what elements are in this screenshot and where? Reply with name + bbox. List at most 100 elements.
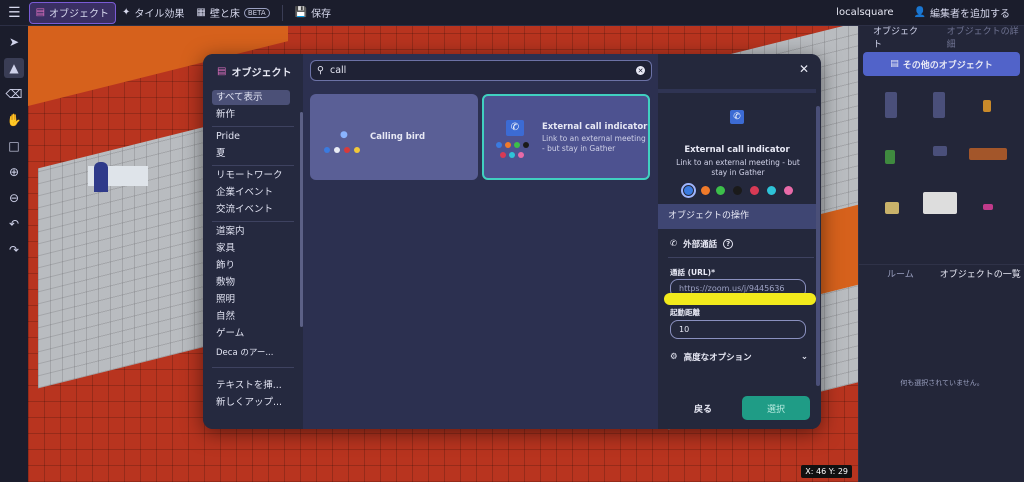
stamp-icon[interactable]: ▲ — [4, 58, 24, 78]
divider — [212, 367, 294, 368]
chevron-down-icon: ⌄ — [800, 352, 808, 362]
color-option[interactable] — [733, 186, 742, 195]
undo-icon[interactable]: ↶ — [4, 214, 24, 234]
object-card-calling-bird[interactable]: ● Calling bird — [310, 94, 478, 180]
map-portal — [94, 162, 108, 192]
zoom-in-icon[interactable]: ⊕ — [4, 162, 24, 182]
objects-icon: ▤ — [890, 59, 899, 69]
category-sidebar: ▤ オブジェクト すべて表示 新作 Pride 夏 リモートワーク 企業イベント… — [203, 54, 303, 429]
category-item[interactable]: リモートワーク — [212, 168, 290, 183]
search-value[interactable]: call — [330, 65, 346, 76]
distance-input[interactable]: 10 — [670, 320, 806, 339]
eraser-icon[interactable]: ⌫ — [4, 84, 24, 104]
objects-tab-button[interactable]: ▤ オブジェクト — [28, 1, 117, 24]
object-thumb[interactable] — [885, 92, 897, 118]
color-option[interactable] — [767, 186, 776, 195]
category-item[interactable]: 交流イベント — [212, 202, 290, 217]
tab-object-list[interactable]: オブジェクトの一覧 — [940, 267, 1021, 280]
divider — [212, 165, 294, 166]
insert-text-item[interactable]: テキストを挿... — [212, 378, 290, 393]
menu-icon[interactable]: ☰ — [0, 2, 29, 24]
operations-header: オブジェクトの操作 — [658, 204, 816, 229]
object-results: ⚲ call ✕ ● Calling bird ✆ External call … — [303, 54, 658, 429]
tile-effects-button[interactable]: ✦ タイル効果 — [116, 2, 190, 24]
space-name: localsquare — [836, 7, 894, 18]
save-label: 保存 — [311, 9, 332, 20]
category-item[interactable]: Deca のアー... — [212, 346, 290, 361]
detail-footer: 戻る 選択 — [658, 390, 821, 429]
category-item[interactable]: 道案内 — [212, 224, 290, 239]
select-box-icon[interactable]: □ — [4, 136, 24, 156]
object-thumb[interactable] — [933, 146, 947, 156]
object-thumb[interactable] — [923, 192, 957, 214]
save-icon: 💾 — [294, 7, 308, 18]
category-item[interactable]: 夏 — [212, 146, 290, 161]
category-item[interactable]: 新作 — [212, 107, 290, 122]
color-option[interactable] — [750, 186, 759, 195]
category-item[interactable]: 敷物 — [212, 275, 290, 290]
redo-icon[interactable]: ↷ — [4, 240, 24, 260]
object-thumb[interactable] — [885, 150, 895, 164]
tab-room[interactable]: ルーム — [887, 267, 914, 280]
object-thumb[interactable] — [969, 148, 1007, 160]
object-thumb[interactable] — [885, 202, 899, 214]
save-button[interactable]: 💾 保存 — [289, 2, 337, 24]
zoom-out-icon[interactable]: ⊖ — [4, 188, 24, 208]
category-item[interactable]: 照明 — [212, 292, 290, 307]
category-item[interactable]: ゲーム — [212, 326, 290, 341]
divider — [281, 4, 283, 21]
color-option[interactable] — [716, 186, 725, 195]
objects-icon: ▤ — [35, 7, 46, 18]
add-editor-label: 編集者を追加する — [930, 9, 1010, 20]
select-button[interactable]: 選択 — [742, 396, 810, 420]
object-picker-modal: ▤ オブジェクト すべて表示 新作 Pride 夏 リモートワーク 企業イベント… — [203, 54, 821, 429]
color-swatch — [334, 147, 340, 153]
object-thumb[interactable] — [983, 204, 993, 210]
object-card-external-call-indicator[interactable]: ✆ External call indicator Link to an ext… — [482, 94, 650, 180]
tab-objects[interactable]: オブジェクト — [873, 24, 925, 50]
external-call-option[interactable]: ✆ 外部通話 ? — [670, 238, 734, 250]
category-item[interactable]: 企業イベント — [212, 185, 290, 200]
object-thumb[interactable] — [983, 100, 991, 112]
color-option[interactable] — [784, 186, 793, 195]
select-pointer-icon[interactable]: ➤ — [4, 32, 24, 52]
category-item[interactable]: 家具 — [212, 241, 290, 256]
distance-label: 起動距離 — [670, 308, 700, 317]
card-description: Link to an external meeting - but stay i… — [542, 134, 646, 153]
other-objects-label: その他のオブジェクト — [902, 60, 993, 71]
detail-scrollbar[interactable] — [816, 106, 820, 386]
highlight-mark — [664, 293, 816, 305]
add-editor-button[interactable]: 👤 編集者を追加する — [908, 2, 1016, 24]
left-toolbar: ➤ ▲ ⌫ ✋ □ ⊕ ⊖ ↶ ↷ — [0, 26, 28, 482]
category-item[interactable]: Pride — [212, 129, 290, 144]
upload-item[interactable]: 新しくアップ... — [212, 395, 290, 410]
hand-icon[interactable]: ✋ — [4, 110, 24, 130]
category-item[interactable]: すべて表示 — [212, 90, 290, 105]
help-icon[interactable]: ? — [723, 239, 734, 249]
category-item[interactable]: 飾り — [212, 258, 290, 273]
other-objects-button[interactable]: ▤ その他のオブジェクト — [863, 52, 1020, 76]
clear-search-icon[interactable]: ✕ — [636, 66, 645, 75]
walls-floors-button[interactable]: ▦ 壁と床 BETA — [190, 2, 275, 24]
advanced-options-toggle[interactable]: ⚙ 高度なオプション ⌄ — [670, 351, 808, 363]
phone-icon: ✆ — [730, 110, 744, 124]
detail-name: External call indicator — [684, 145, 790, 155]
close-icon[interactable]: ✕ — [799, 62, 809, 76]
right-panel: オブジェクト オブジェクトの詳細 ▤ その他のオブジェクト ルーム オブジェクト… — [858, 26, 1024, 482]
objects-icon: ▤ — [217, 66, 227, 77]
color-swatch — [500, 152, 506, 158]
card-name: External call indicator — [542, 122, 648, 132]
color-option[interactable] — [701, 186, 710, 195]
url-label: 通話 (URL)* — [670, 268, 716, 277]
add-user-icon: 👤 — [913, 7, 926, 18]
beta-badge: BETA — [243, 7, 270, 18]
search-icon: ⚲ — [317, 65, 324, 76]
phone-icon: ✆ — [506, 120, 524, 136]
color-swatch — [518, 152, 524, 158]
object-thumb[interactable] — [933, 92, 945, 118]
category-item[interactable]: 自然 — [212, 309, 290, 324]
color-option[interactable] — [681, 183, 696, 198]
object-search-input[interactable]: ⚲ call ✕ — [310, 60, 652, 81]
tab-object-details[interactable]: オブジェクトの詳細 — [947, 24, 1024, 50]
back-button[interactable]: 戻る — [694, 402, 712, 415]
